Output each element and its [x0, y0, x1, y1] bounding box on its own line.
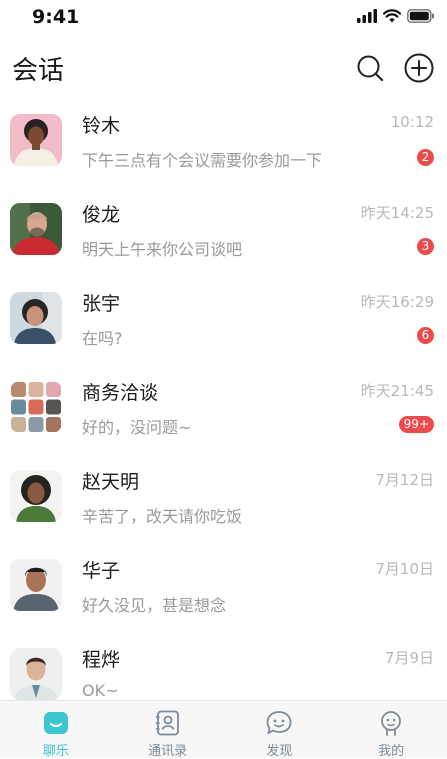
- chat-list: 铃木 下午三点有个会议需要你参加一下 10:12 2 俊龙 明天上午来你公司谈吧…: [0, 94, 447, 700]
- unread-badge: 6: [417, 327, 434, 344]
- status-icons: [357, 9, 435, 23]
- signal-icon: [357, 9, 377, 23]
- tab-label: 发现: [266, 744, 293, 759]
- chat-name: 赵天明: [82, 471, 140, 493]
- chat-preview: 下午三点有个会议需要你参加一下: [82, 151, 323, 170]
- chat-time: 7月10日: [375, 560, 434, 578]
- wifi-icon: [383, 9, 401, 23]
- tab-chat[interactable]: 聊乐: [0, 701, 112, 759]
- chat-name: 程烨: [82, 649, 121, 671]
- avatar: [10, 292, 62, 344]
- group-avatar: [10, 381, 62, 433]
- chat-row-huazi[interactable]: 华子 好久没见，甚是想念 7月10日: [0, 539, 447, 628]
- chat-row-zhaotianming[interactable]: 赵天明 辛苦了，改天请你吃饭 7月12日: [0, 450, 447, 539]
- tab-discover[interactable]: 发现: [224, 701, 336, 759]
- chat-time: 7月9日: [384, 649, 434, 667]
- add-button[interactable]: [403, 52, 435, 84]
- page-title: 会话: [12, 56, 65, 86]
- contacts-icon: [155, 710, 179, 736]
- avatar: [10, 203, 62, 255]
- search-button[interactable]: [354, 52, 386, 84]
- tab-bar: 聊乐 通讯录 发现 我的: [0, 700, 447, 759]
- tab-label: 聊乐: [42, 744, 69, 759]
- unread-badge: 99+: [398, 416, 434, 433]
- chat-bubble-icon: [43, 712, 68, 734]
- chat-preview: 在吗?: [82, 329, 123, 348]
- chat-time: 10:12: [390, 113, 434, 131]
- discover-icon: [266, 711, 292, 735]
- chat-time: 昨天14:25: [360, 204, 434, 222]
- status-time: 9:41: [32, 6, 80, 28]
- header: 会话: [0, 44, 447, 94]
- chat-preview: 好久没见，甚是想念: [82, 596, 227, 615]
- avatar: [10, 559, 62, 611]
- tab-contacts[interactable]: 通讯录: [112, 701, 224, 759]
- chat-name: 铃木: [82, 115, 121, 137]
- tab-profile[interactable]: 我的: [335, 701, 447, 759]
- avatar: [10, 648, 62, 700]
- chat-row-zhangyu[interactable]: 张宇 在吗? 昨天16:29 6: [0, 272, 447, 361]
- avatar: [10, 470, 62, 522]
- chat-time: 昨天16:29: [360, 293, 434, 311]
- avatar: [10, 114, 62, 166]
- unread-badge: 2: [417, 149, 434, 166]
- tab-label: 我的: [378, 744, 405, 759]
- tab-label: 通讯录: [148, 744, 188, 759]
- chat-name: 华子: [82, 560, 121, 582]
- chat-preview: 辛苦了，改天请你吃饭: [82, 507, 243, 526]
- chat-time: 7月12日: [375, 471, 434, 489]
- chat-row-chengye[interactable]: 程烨 OK~ 7月9日: [0, 628, 447, 700]
- profile-icon: [381, 711, 402, 736]
- unread-badge: 3: [417, 238, 434, 255]
- chat-time: 昨天21:45: [360, 382, 434, 400]
- status-bar: 9:41: [0, 0, 447, 34]
- chat-preview: 明天上午来你公司谈吧: [82, 240, 243, 259]
- chat-name: 俊龙: [82, 204, 121, 226]
- battery-icon: [407, 9, 434, 23]
- search-icon: [357, 55, 384, 82]
- chat-name: 张宇: [82, 293, 121, 315]
- chat-name: 商务洽谈: [82, 382, 159, 404]
- plus-circle-icon: [404, 53, 434, 83]
- chat-preview: OK~: [82, 681, 119, 700]
- chat-preview: 好的，没问题~: [82, 418, 192, 437]
- chat-row-business-group[interactable]: 商务洽谈 好的，没问题~ 昨天21:45 99+: [0, 361, 447, 450]
- chat-row-suzuki[interactable]: 铃木 下午三点有个会议需要你参加一下 10:12 2: [0, 94, 447, 183]
- chat-row-junlong[interactable]: 俊龙 明天上午来你公司谈吧 昨天14:25 3: [0, 183, 447, 272]
